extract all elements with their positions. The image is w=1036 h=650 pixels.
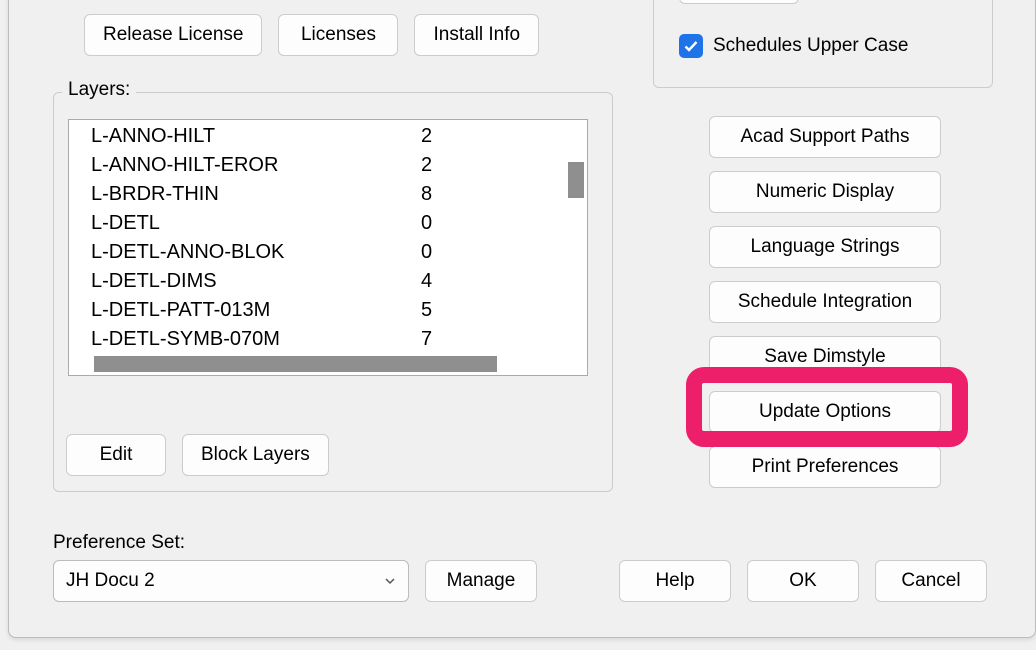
help-button[interactable]: Help: [619, 560, 731, 602]
chevron-down-icon: [384, 575, 396, 587]
schedules-upper-case-label: Schedules Upper Case: [713, 35, 908, 57]
preference-set-dropdown[interactable]: JH Docu 2: [53, 560, 409, 602]
preference-set-value: JH Docu 2: [66, 570, 155, 592]
horizontal-scrollbar-thumb[interactable]: [94, 356, 497, 372]
list-item: L-ANNO-HILT2: [91, 122, 579, 151]
vertical-scrollbar-thumb[interactable]: [568, 162, 584, 198]
acad-support-paths-button[interactable]: Acad Support Paths: [709, 116, 941, 158]
licenses-button[interactable]: Licenses: [278, 14, 398, 56]
cancel-button[interactable]: Cancel: [875, 560, 987, 602]
print-preferences-button[interactable]: Print Preferences: [709, 446, 941, 488]
update-options-button[interactable]: Update Options: [709, 391, 941, 433]
layers-listbox[interactable]: L-ANNO-HILT2 L-ANNO-HILT-EROR2 L-BRDR-TH…: [68, 119, 588, 376]
schedule-integration-button[interactable]: Schedule Integration: [709, 281, 941, 323]
layers-edit-button[interactable]: Edit: [66, 434, 166, 476]
layers-group-label: Layers:: [62, 79, 136, 101]
language-strings-button[interactable]: Language Strings: [709, 226, 941, 268]
list-item: L-BRDR-THIN8: [91, 180, 579, 209]
release-license-button[interactable]: Release License: [84, 14, 262, 56]
list-item: L-DETL-PATT-013M5: [91, 296, 579, 325]
ok-button[interactable]: OK: [747, 560, 859, 602]
edit-button-partial[interactable]: Edit: [679, 0, 799, 4]
schedules-upper-case-checkbox[interactable]: [679, 34, 703, 58]
save-dimstyle-button[interactable]: Save Dimstyle: [709, 336, 941, 378]
list-item: L-DETL-ANNO-BLOK0: [91, 238, 579, 267]
preference-set-label: Preference Set:: [53, 532, 185, 554]
block-layers-button[interactable]: Block Layers: [182, 434, 329, 476]
list-item: L-ANNO-HILT-EROR2: [91, 151, 579, 180]
list-item: L-DETL-SYMB-070M7: [91, 325, 579, 354]
manage-button[interactable]: Manage: [425, 560, 537, 602]
install-info-button[interactable]: Install Info: [414, 14, 539, 56]
list-item: L-DETL-DIMS4: [91, 267, 579, 296]
check-icon: [683, 38, 699, 54]
layers-group: Layers: L-ANNO-HILT2 L-ANNO-HILT-EROR2 L…: [53, 92, 613, 492]
list-item: L-DETL0: [91, 209, 579, 238]
numeric-display-button[interactable]: Numeric Display: [709, 171, 941, 213]
